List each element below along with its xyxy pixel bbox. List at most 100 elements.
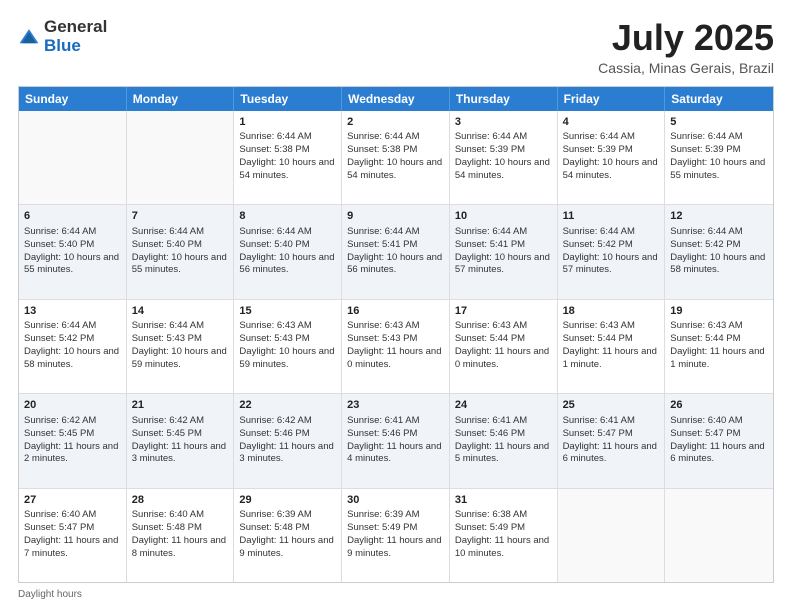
day-number: 16 [347, 304, 444, 319]
day-info: Sunrise: 6:44 AM Sunset: 5:43 PM Dayligh… [132, 320, 227, 369]
cal-cell: 23Sunrise: 6:41 AM Sunset: 5:46 PM Dayli… [342, 394, 450, 487]
day-number: 26 [670, 398, 768, 413]
cal-header-cell: Monday [127, 87, 235, 111]
cal-cell: 1Sunrise: 6:44 AM Sunset: 5:38 PM Daylig… [234, 111, 342, 204]
day-number: 8 [239, 209, 336, 224]
sub-title: Cassia, Minas Gerais, Brazil [598, 60, 774, 76]
day-number: 9 [347, 209, 444, 224]
cal-week: 27Sunrise: 6:40 AM Sunset: 5:47 PM Dayli… [19, 489, 773, 582]
cal-cell: 24Sunrise: 6:41 AM Sunset: 5:46 PM Dayli… [450, 394, 558, 487]
cal-week: 6 Sunrise: 6:44 AM Sunset: 5:40 PM Daylig… [19, 205, 773, 299]
day-number: 3 [455, 115, 552, 130]
cal-cell: 3Sunrise: 6:44 AM Sunset: 5:39 PM Daylig… [450, 111, 558, 204]
day-info: Sunrise: 6:44 AM Sunset: 5:39 PM Dayligh… [455, 131, 550, 180]
cal-cell: 9Sunrise: 6:44 AM Sunset: 5:41 PM Daylig… [342, 205, 450, 298]
cal-header-cell: Tuesday [234, 87, 342, 111]
day-number: 20 [24, 398, 121, 413]
day-info: Sunrise: 6:39 AM Sunset: 5:48 PM Dayligh… [239, 509, 333, 558]
cal-cell: 10 Sunrise: 6:44 AM Sunset: 5:41 PM Dayli… [450, 205, 558, 298]
day-info: Sunrise: 6:40 AM Sunset: 5:47 PM Dayligh… [24, 509, 118, 558]
day-info: Sunrise: 6:43 AM Sunset: 5:43 PM Dayligh… [239, 320, 334, 369]
cal-cell: 18Sunrise: 6:43 AM Sunset: 5:44 PM Dayli… [558, 300, 666, 393]
day-info: Sunrise: 6:44 AM Sunset: 5:40 PM Dayligh… [132, 226, 227, 275]
day-number: 1 [239, 115, 336, 130]
page: General Blue July 2025 Cassia, Minas Ger… [0, 0, 792, 612]
cal-week: 13Sunrise: 6:44 AM Sunset: 5:42 PM Dayli… [19, 300, 773, 394]
cal-cell: 5Sunrise: 6:44 AM Sunset: 5:39 PM Daylig… [665, 111, 773, 204]
day-number: 28 [132, 493, 229, 508]
day-number: 21 [132, 398, 229, 413]
cal-cell: 6Sunrise: 6:44 AM Sunset: 5:40 PM Daylig… [19, 205, 127, 298]
day-number: 7 [132, 209, 229, 224]
cal-header-cell: Thursday [450, 87, 558, 111]
cal-cell: 28Sunrise: 6:40 AM Sunset: 5:48 PM Dayli… [127, 489, 235, 582]
day-number: 14 [132, 304, 229, 319]
cal-cell: 27Sunrise: 6:40 AM Sunset: 5:47 PM Dayli… [19, 489, 127, 582]
cal-cell: 31Sunrise: 6:38 AM Sunset: 5:49 PM Dayli… [450, 489, 558, 582]
cal-cell: 14Sunrise: 6:44 AM Sunset: 5:43 PM Dayli… [127, 300, 235, 393]
cal-cell: 29Sunrise: 6:39 AM Sunset: 5:48 PM Dayli… [234, 489, 342, 582]
day-info: Sunrise: 6:40 AM Sunset: 5:47 PM Dayligh… [670, 415, 764, 464]
day-number: 22 [239, 398, 336, 413]
day-info: Sunrise: 6:44 AM Sunset: 5:38 PM Dayligh… [347, 131, 442, 180]
calendar: SundayMondayTuesdayWednesdayThursdayFrid… [18, 86, 774, 583]
cal-cell: 15Sunrise: 6:43 AM Sunset: 5:43 PM Dayli… [234, 300, 342, 393]
daylight-label: Daylight hours [18, 589, 82, 600]
cal-cell: 4Sunrise: 6:44 AM Sunset: 5:39 PM Daylig… [558, 111, 666, 204]
day-info: Sunrise: 6:44 AM Sunset: 5:39 PM Dayligh… [670, 131, 765, 180]
calendar-header-row: SundayMondayTuesdayWednesdayThursdayFrid… [19, 87, 773, 111]
logo-general: General [44, 17, 107, 36]
day-info: Sunrise: 6:42 AM Sunset: 5:45 PM Dayligh… [132, 415, 226, 464]
header: General Blue July 2025 Cassia, Minas Ger… [18, 18, 774, 76]
day-info: Sunrise: 6:42 AM Sunset: 5:45 PM Dayligh… [24, 415, 118, 464]
day-number: 15 [239, 304, 336, 319]
cal-week: 1 Sunrise: 6:44 AM Sunset: 5:38 PM Daylig… [19, 111, 773, 205]
cal-header-cell: Friday [558, 87, 666, 111]
logo-blue: Blue [44, 36, 81, 55]
day-number: 19 [670, 304, 768, 319]
cal-cell: 19Sunrise: 6:43 AM Sunset: 5:44 PM Dayli… [665, 300, 773, 393]
cal-cell: 16Sunrise: 6:43 AM Sunset: 5:43 PM Dayli… [342, 300, 450, 393]
cal-header-cell: Sunday [19, 87, 127, 111]
cal-header-cell: Saturday [665, 87, 773, 111]
day-info: Sunrise: 6:44 AM Sunset: 5:42 PM Dayligh… [24, 320, 119, 369]
cal-cell: 20 Sunrise: 6:42 AM Sunset: 5:45 PM Dayli… [19, 394, 127, 487]
day-info: Sunrise: 6:44 AM Sunset: 5:40 PM Dayligh… [239, 226, 334, 275]
day-info: Sunrise: 6:43 AM Sunset: 5:43 PM Dayligh… [347, 320, 441, 369]
footer: Daylight hours [18, 589, 774, 600]
day-number: 13 [24, 304, 121, 319]
title-block: July 2025 Cassia, Minas Gerais, Brazil [598, 18, 774, 76]
cal-cell: 30Sunrise: 6:39 AM Sunset: 5:49 PM Dayli… [342, 489, 450, 582]
cal-cell [127, 111, 235, 204]
day-info: Sunrise: 6:44 AM Sunset: 5:39 PM Dayligh… [563, 131, 658, 180]
day-info: Sunrise: 6:43 AM Sunset: 5:44 PM Dayligh… [670, 320, 764, 369]
day-number: 6 [24, 209, 121, 224]
cal-cell [19, 111, 127, 204]
day-info: Sunrise: 6:38 AM Sunset: 5:49 PM Dayligh… [455, 509, 549, 558]
calendar-body: 1 Sunrise: 6:44 AM Sunset: 5:38 PM Daylig… [19, 111, 773, 582]
cal-cell: 8 Sunrise: 6:44 AM Sunset: 5:40 PM Daylig… [234, 205, 342, 298]
day-info: Sunrise: 6:41 AM Sunset: 5:47 PM Dayligh… [563, 415, 657, 464]
cal-cell [558, 489, 666, 582]
day-info: Sunrise: 6:39 AM Sunset: 5:49 PM Dayligh… [347, 509, 441, 558]
day-number: 31 [455, 493, 552, 508]
day-number: 11 [563, 209, 660, 224]
day-number: 10 [455, 209, 552, 224]
day-number: 18 [563, 304, 660, 319]
cal-cell: 12Sunrise: 6:44 AM Sunset: 5:42 PM Dayli… [665, 205, 773, 298]
main-title: July 2025 [598, 18, 774, 58]
cal-cell: 2Sunrise: 6:44 AM Sunset: 5:38 PM Daylig… [342, 111, 450, 204]
cal-cell: 25 Sunrise: 6:41 AM Sunset: 5:47 PM Dayli… [558, 394, 666, 487]
day-number: 25 [563, 398, 660, 413]
day-info: Sunrise: 6:44 AM Sunset: 5:42 PM Dayligh… [563, 226, 658, 275]
day-number: 23 [347, 398, 444, 413]
logo-icon [18, 26, 40, 48]
day-number: 2 [347, 115, 444, 130]
cal-cell: 7 Sunrise: 6:44 AM Sunset: 5:40 PM Daylig… [127, 205, 235, 298]
cal-cell: 17Sunrise: 6:43 AM Sunset: 5:44 PM Dayli… [450, 300, 558, 393]
cal-cell [665, 489, 773, 582]
day-info: Sunrise: 6:42 AM Sunset: 5:46 PM Dayligh… [239, 415, 333, 464]
logo: General Blue [18, 18, 107, 55]
day-info: Sunrise: 6:44 AM Sunset: 5:41 PM Dayligh… [455, 226, 550, 275]
day-number: 27 [24, 493, 121, 508]
